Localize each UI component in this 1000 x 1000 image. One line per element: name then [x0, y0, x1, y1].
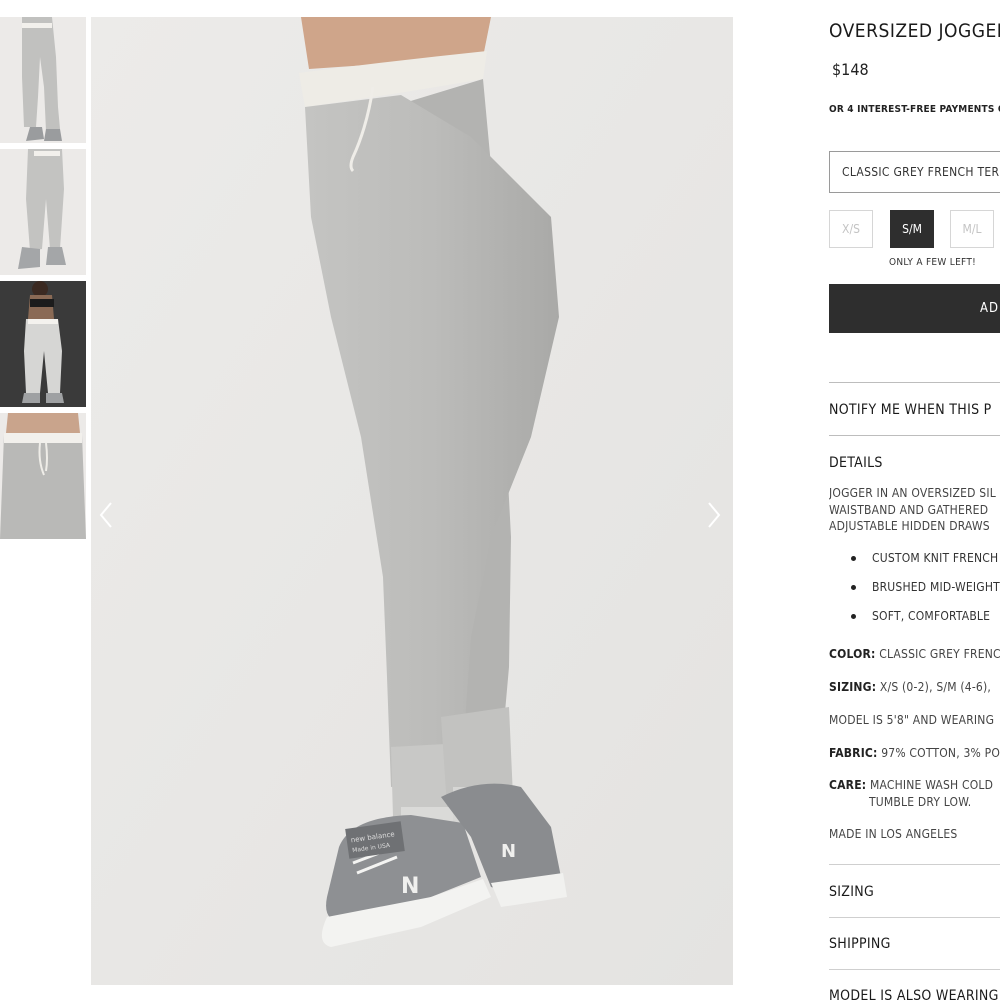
- spec-fabric: FABRIC: 97% COTTON, 3% PO: [829, 746, 1000, 760]
- installments-text: OR 4 INTEREST-FREE PAYMENTS OF: [829, 104, 1000, 115]
- size-option-label: M/L: [962, 222, 982, 236]
- svg-text:N: N: [501, 841, 516, 862]
- size-option-label: S/M: [902, 222, 922, 236]
- add-to-cart-label: ADD: [980, 301, 1000, 316]
- size-option-xs[interactable]: X/S: [829, 210, 873, 248]
- divider: [829, 917, 1000, 918]
- details-heading[interactable]: DETAILS: [829, 455, 883, 471]
- product-price: $148: [832, 60, 869, 79]
- bullet-text-1: CUSTOM KNIT FRENCH: [872, 551, 999, 565]
- details-line-2: WAISTBAND AND GATHERED: [829, 502, 989, 517]
- chevron-right-icon: [708, 502, 721, 528]
- model-also-wearing-accordion[interactable]: MODEL IS ALSO WEARING: [829, 988, 999, 1000]
- spec-sizing-label: SIZING:: [829, 680, 877, 694]
- spec-care: CARE: MACHINE WASH COLD: [829, 778, 993, 792]
- color-selector-value: CLASSIC GREY FRENCH TERRY: [842, 165, 1000, 179]
- thumbnail-2-image: [0, 149, 86, 275]
- divider: [829, 435, 1000, 436]
- divider: [829, 382, 1000, 383]
- thumbnail-1[interactable]: [0, 17, 86, 143]
- stock-note: ONLY A FEW LEFT!: [889, 257, 977, 268]
- size-option-sm[interactable]: S/M: [890, 210, 934, 248]
- notify-me-link[interactable]: NOTIFY ME WHEN THIS P: [829, 402, 992, 418]
- thumbnail-4-image: [0, 413, 86, 539]
- details-description: JOGGER IN AN OVERSIZED SIL WAISTBAND AND…: [829, 485, 996, 535]
- bullet-text-2: BRUSHED MID-WEIGHT: [872, 580, 1000, 594]
- size-option-label: X/S: [842, 222, 860, 236]
- svg-text:N: N: [401, 874, 419, 899]
- spec-made-in: MADE IN LOS ANGELES: [829, 827, 958, 841]
- next-image-button[interactable]: [699, 495, 729, 535]
- thumbnail-1-image: [0, 17, 86, 143]
- thumbnail-4[interactable]: [0, 413, 86, 539]
- divider: [829, 864, 1000, 865]
- spec-care-value: MACHINE WASH COLD: [869, 778, 994, 792]
- spec-model: MODEL IS 5'8" AND WEARING: [829, 713, 995, 727]
- spec-care-line-2: TUMBLE DRY LOW.: [869, 795, 972, 809]
- sizing-accordion[interactable]: SIZING: [829, 884, 874, 900]
- color-selector[interactable]: CLASSIC GREY FRENCH TERRY: [829, 151, 1000, 193]
- spec-sizing: SIZING: X/S (0-2), S/M (4-6),: [829, 680, 991, 694]
- spec-color: COLOR: CLASSIC GREY FRENCH: [829, 647, 1000, 661]
- divider: [829, 969, 1000, 970]
- size-option-ml[interactable]: M/L: [950, 210, 994, 248]
- main-product-image: N N new balance Made in USA: [91, 17, 733, 985]
- spec-fabric-value: 97% COTTON, 3% PO: [881, 746, 1000, 760]
- spec-sizing-value: X/S (0-2), S/M (4-6),: [879, 680, 992, 694]
- add-to-cart-button[interactable]: ADD: [829, 284, 1000, 333]
- spec-care-label: CARE:: [829, 778, 867, 792]
- details-line-1: JOGGER IN AN OVERSIZED SIL: [829, 486, 996, 500]
- previous-image-button[interactable]: [91, 495, 121, 535]
- shipping-accordion[interactable]: SHIPPING: [829, 936, 891, 952]
- thumbnail-3[interactable]: [0, 281, 86, 407]
- spec-color-label: COLOR:: [829, 647, 876, 661]
- chevron-left-icon: [99, 502, 112, 528]
- thumbnail-3-image: [0, 281, 86, 407]
- spec-color-value: CLASSIC GREY FRENCH: [879, 647, 1000, 661]
- product-photo: N N new balance Made in USA: [91, 17, 733, 985]
- product-title: OVERSIZED JOGGER: [829, 20, 1000, 42]
- thumbnail-2[interactable]: [0, 149, 86, 275]
- spec-fabric-label: FABRIC:: [829, 746, 878, 760]
- bullet-text-3: SOFT, COMFORTABLE: [872, 609, 991, 623]
- details-line-3: ADJUSTABLE HIDDEN DRAWS: [829, 519, 990, 533]
- product-info-panel: OVERSIZED JOGGER $148 OR 4 INTEREST-FREE…: [829, 0, 1000, 1000]
